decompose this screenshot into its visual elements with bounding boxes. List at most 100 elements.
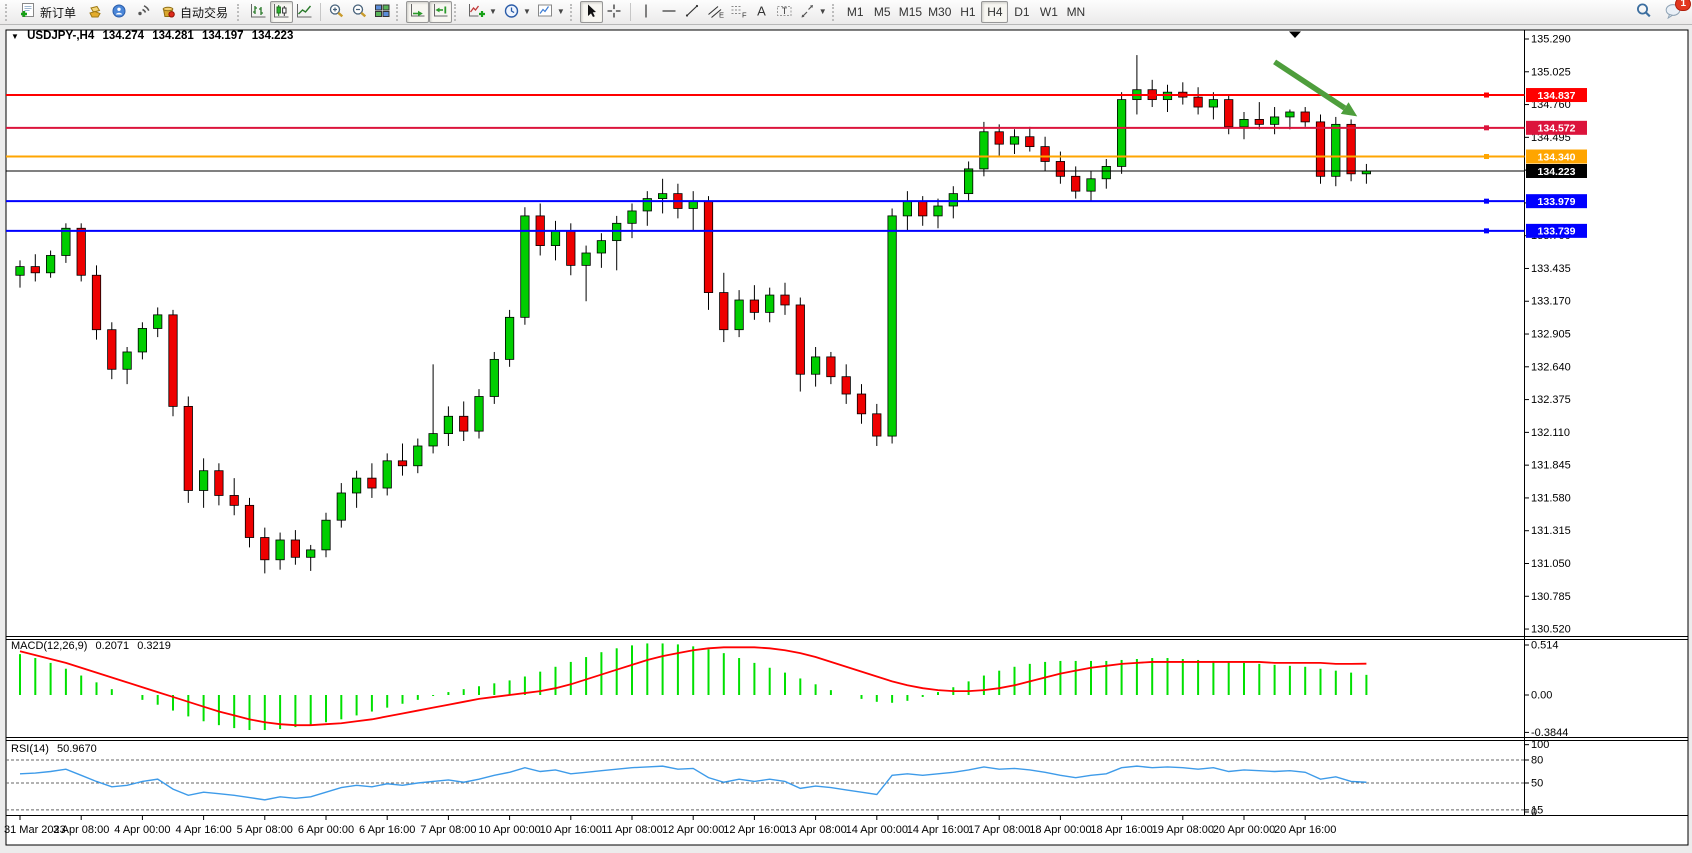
candle-body (857, 394, 865, 414)
candle-body (1056, 161, 1064, 176)
macd-tick-label: -0.3844 (1531, 727, 1568, 739)
time-tick-label: 10 Apr 00:00 (478, 824, 540, 836)
candle-body (811, 357, 819, 374)
hline-handle[interactable] (1484, 199, 1489, 204)
zoom-in-icon (328, 3, 345, 22)
tile-windows-icon (374, 3, 391, 22)
timeframe-w1[interactable]: W1 (1035, 1, 1062, 23)
candle-body (720, 293, 728, 330)
time-tick-label: 19 Apr 08:00 (1152, 824, 1214, 836)
signals-button[interactable] (131, 1, 155, 23)
bar-chart-button[interactable] (247, 1, 270, 23)
candle-body (475, 396, 483, 431)
svg-text:T: T (782, 6, 788, 16)
candle-body (92, 275, 100, 329)
candle-body (903, 201, 911, 216)
period-button[interactable]: ▼ (500, 1, 534, 23)
text-icon: A (754, 3, 769, 22)
time-tick-label: 18 Apr 16:00 (1090, 824, 1152, 836)
community-button[interactable] (107, 1, 131, 23)
timeframe-m5[interactable]: M5 (869, 1, 896, 23)
candle-body (398, 461, 406, 466)
time-tick-label: 11 Apr 08:00 (601, 824, 663, 836)
indicators-button[interactable]: ▼ (464, 1, 500, 23)
timeframe-m15[interactable]: M15 (896, 1, 925, 23)
autotrading-label: 自动交易 (180, 4, 228, 21)
candle-body (949, 194, 957, 206)
ohlc-open: 134.274 (102, 30, 144, 42)
line-chart-button[interactable] (293, 1, 316, 23)
fibonacci-button[interactable]: F (727, 1, 750, 23)
candle-body (1255, 119, 1263, 124)
zoom-out-button[interactable] (348, 1, 371, 23)
autotrading-button[interactable]: 自动交易 (155, 1, 235, 23)
rsi-tick-label: 0 (1531, 807, 1537, 819)
new-order-button[interactable]: 新订单 (15, 1, 83, 23)
candle-body (1087, 179, 1095, 191)
candle-body (1270, 117, 1278, 124)
channel-button[interactable]: E (704, 1, 727, 23)
toolbar-grip (570, 4, 576, 21)
chart-shift-button[interactable] (429, 1, 452, 23)
vertical-line-button[interactable] (635, 1, 658, 23)
auto-scroll-button[interactable] (406, 1, 429, 23)
candle-body (16, 267, 24, 276)
candle-body (169, 315, 177, 407)
timeframe-m30[interactable]: M30 (925, 1, 954, 23)
candle-body (1240, 119, 1248, 126)
candle-body (1041, 147, 1049, 162)
trendline-button[interactable] (681, 1, 704, 23)
candle-body (368, 478, 376, 488)
cursor-icon (583, 3, 599, 22)
price-tick-label: 131.050 (1531, 558, 1571, 570)
hline-handle[interactable] (1484, 154, 1489, 159)
rsi-value: 50.9670 (57, 743, 97, 755)
cursor-button[interactable] (580, 1, 603, 23)
macd-tick-label: 0.00 (1531, 690, 1552, 702)
time-tick-label: 6 Apr 00:00 (298, 824, 354, 836)
market-button[interactable] (83, 1, 107, 23)
tile-windows-button[interactable] (371, 1, 394, 23)
templates-button[interactable]: ▼ (534, 1, 568, 23)
time-tick-label: 12 Apr 00:00 (662, 824, 724, 836)
hline-handle[interactable] (1484, 228, 1489, 233)
price-tick-label: 133.170 (1531, 296, 1571, 308)
timeframe-h4[interactable]: H4 (981, 1, 1008, 23)
candle-body (964, 169, 972, 194)
price-tag-label: 133.739 (1538, 226, 1576, 238)
horizontal-line-button[interactable] (658, 1, 681, 23)
toolbar-grip (454, 4, 460, 21)
candle-body (658, 194, 666, 199)
price-tag-label: 134.837 (1538, 90, 1576, 102)
candlestick-button[interactable] (270, 1, 293, 23)
candle-body (230, 495, 238, 505)
price-tick-label: 132.640 (1531, 361, 1571, 373)
time-tick-label: 4 Apr 16:00 (175, 824, 231, 836)
candle-body (245, 505, 253, 537)
price-tick-label: 135.025 (1531, 66, 1571, 78)
fibonacci-icon: F (730, 3, 747, 22)
time-tick-label: 17 Apr 08:00 (968, 824, 1030, 836)
rsi-tick-label: 100 (1531, 739, 1549, 751)
text-label-button[interactable]: T (773, 1, 796, 23)
crosshair-button[interactable] (603, 1, 626, 23)
search-button[interactable] (1632, 1, 1655, 23)
candle-body (352, 478, 360, 493)
shapes-button[interactable]: ▼ (796, 1, 830, 23)
time-tick-label: 10 Apr 16:00 (540, 824, 602, 836)
timeframe-m1[interactable]: M1 (842, 1, 869, 23)
timeframe-h1[interactable]: H1 (954, 1, 981, 23)
rsi-tick-label: 50 (1531, 778, 1543, 790)
hline-handle[interactable] (1484, 125, 1489, 130)
candle-body (704, 201, 712, 293)
timeframe-mn[interactable]: MN (1062, 1, 1089, 23)
candle-body (291, 540, 299, 557)
toolbar-grip (237, 4, 243, 21)
chevron-down-icon: ▼ (523, 8, 531, 16)
notification-badge[interactable]: 1 (1675, 0, 1691, 11)
text-button[interactable]: A (750, 1, 773, 23)
zoom-in-button[interactable] (325, 1, 348, 23)
timeframe-d1[interactable]: D1 (1008, 1, 1035, 23)
candle-body (980, 132, 988, 169)
hline-handle[interactable] (1484, 93, 1489, 98)
